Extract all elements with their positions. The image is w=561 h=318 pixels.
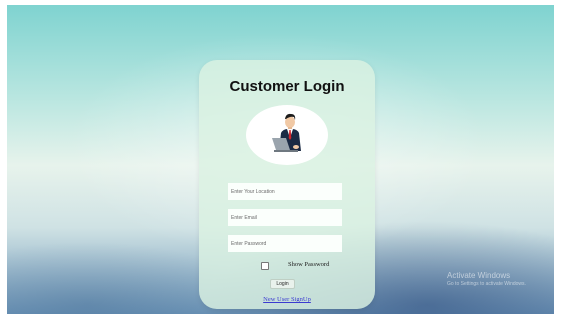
show-password-label: Show Password [288,261,330,268]
watermark-title: Activate Windows [447,271,511,280]
login-button[interactable]: Login [270,279,295,289]
show-password-checkbox[interactable] [261,262,269,270]
activate-windows-watermark: Activate Windows Go to Settings to activ… [447,271,526,287]
page-background: Customer Login Enter Your Location Enter… [7,5,554,314]
location-input[interactable] [228,183,342,200]
watermark-subtitle: Go to Settings to activate Windows. [447,281,526,287]
avatar [246,105,328,165]
signup-link[interactable]: New User SignUp [199,296,375,303]
login-title: Customer Login [229,78,345,95]
password-input[interactable] [228,235,342,252]
email-input[interactable] [228,209,342,226]
customer-login-card: Customer Login Enter Your Location Enter… [199,60,375,309]
show-password-row: Show Password [261,261,361,271]
businessman-laptop-icon [272,113,301,152]
